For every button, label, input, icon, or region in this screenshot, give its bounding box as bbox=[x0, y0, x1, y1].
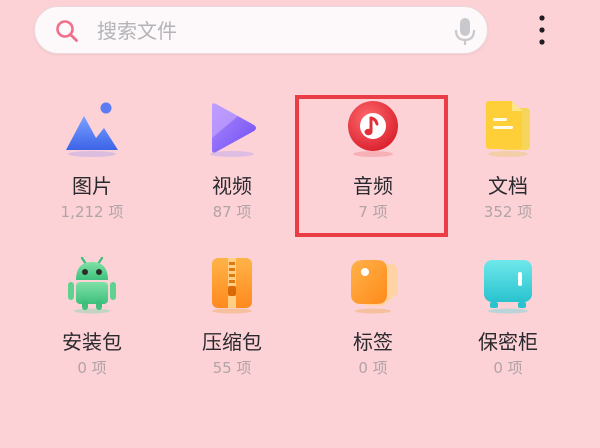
search-input[interactable]: 搜索文件 bbox=[97, 19, 177, 43]
category-label: 文档 bbox=[488, 174, 528, 198]
document-icon bbox=[486, 101, 530, 157]
music-icon bbox=[348, 101, 398, 157]
category-label: 音频 bbox=[353, 174, 393, 198]
tag-icon bbox=[351, 260, 397, 314]
category-tile-tags[interactable]: 标签 0 项 bbox=[303, 236, 443, 386]
category-count: 0 项 bbox=[77, 359, 107, 377]
category-count: 352 项 bbox=[483, 203, 533, 221]
safe-icon bbox=[484, 260, 532, 314]
category-count: 0 项 bbox=[493, 359, 523, 377]
microphone-icon[interactable] bbox=[453, 16, 477, 46]
search-icon bbox=[56, 20, 78, 42]
category-tile-apks[interactable]: 安装包 0 项 bbox=[22, 236, 162, 386]
category-count: 55 项 bbox=[212, 359, 252, 377]
search-bar[interactable]: 搜索文件 bbox=[34, 6, 488, 54]
category-tile-archives[interactable]: 压缩包 55 项 bbox=[162, 236, 302, 386]
image-icon bbox=[66, 102, 118, 157]
category-tile-videos[interactable]: 视频 87 项 bbox=[162, 80, 302, 230]
category-label: 保密柜 bbox=[478, 330, 538, 354]
category-tile-audio[interactable]: 音频 7 项 bbox=[303, 80, 443, 230]
category-count: 87 项 bbox=[212, 203, 252, 221]
category-tile-images[interactable]: 图片 1,212 项 bbox=[22, 80, 162, 230]
category-count: 0 项 bbox=[358, 359, 388, 377]
category-grid: 图片 1,212 项 视频 87 项 音频 7 项 文档 352 项 安装包 0… bbox=[0, 80, 600, 400]
category-tile-safe[interactable]: 保密柜 0 项 bbox=[438, 236, 578, 386]
more-vertical-icon[interactable] bbox=[530, 12, 554, 48]
file-manager-screen: 搜索文件 图片 1,212 项 视频 87 项 音频 7 项 文档 352 项 … bbox=[0, 0, 600, 448]
category-label: 标签 bbox=[353, 330, 393, 354]
android-icon bbox=[68, 256, 116, 314]
category-count: 7 项 bbox=[358, 203, 388, 221]
archive-icon bbox=[212, 258, 252, 314]
category-label: 压缩包 bbox=[202, 330, 262, 354]
category-label: 图片 bbox=[72, 174, 112, 198]
category-count: 1,212 项 bbox=[60, 203, 124, 221]
category-label: 视频 bbox=[212, 174, 252, 198]
video-icon bbox=[210, 103, 256, 157]
category-label: 安装包 bbox=[62, 330, 122, 354]
category-tile-documents[interactable]: 文档 352 项 bbox=[438, 80, 578, 230]
